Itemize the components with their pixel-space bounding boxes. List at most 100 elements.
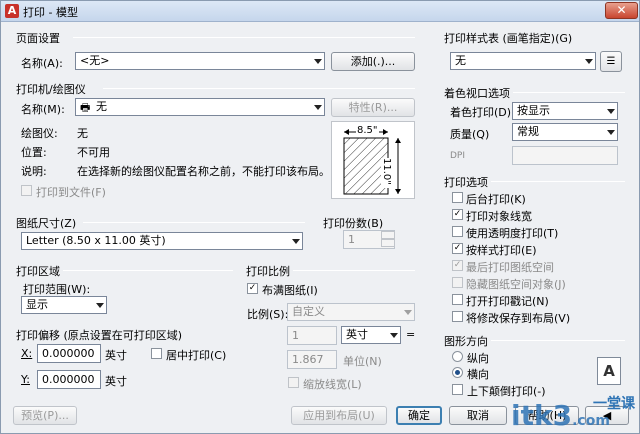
printer-properties-button[interactable]: 特性(R)...: [331, 98, 415, 117]
plot-transparency-checkbox[interactable]: [452, 226, 463, 237]
close-button[interactable]: ✕: [605, 2, 638, 19]
offset-x-input[interactable]: 0.000000: [37, 344, 101, 363]
scale-lineweights-checkbox[interactable]: [288, 377, 299, 388]
plot-with-styles-label: 按样式打印(E): [466, 244, 537, 257]
orientation-preview-icon: A: [597, 357, 621, 385]
quality-label: 质量(Q): [450, 128, 490, 141]
offset-x-label: X:: [21, 347, 33, 360]
copies-group-title: 打印份数(B): [323, 217, 384, 230]
paper-height-text: 11.0": [381, 158, 392, 188]
description-label: 说明:: [21, 165, 47, 178]
plot-range-combo[interactable]: 显示: [21, 296, 107, 314]
plotter-label: 绘图仪:: [21, 127, 58, 140]
scale-value1-input[interactable]: 1: [287, 326, 337, 345]
plot-range-value: 显示: [26, 298, 48, 311]
center-plot-checkbox[interactable]: [151, 348, 162, 359]
scale-value: 自定义: [292, 305, 325, 318]
title-bar: A 打印 - 模型 ✕: [1, 1, 639, 22]
landscape-radio[interactable]: [452, 367, 463, 378]
style-table-group-title: 打印样式表 (画笔指定)(G): [444, 32, 573, 45]
divider: [491, 340, 625, 341]
page-setup-name-combo[interactable]: <无>: [75, 52, 325, 70]
divider: [293, 270, 415, 271]
printer-name-combo[interactable]: 🖶 无: [75, 98, 325, 116]
divider: [513, 92, 625, 93]
plot-stamp-checkbox[interactable]: [452, 294, 463, 305]
style-table-value: 无: [455, 54, 466, 67]
plot-paperspace-last-checkbox[interactable]: ✓: [452, 260, 463, 271]
divider: [491, 181, 625, 182]
shade-plot-combo[interactable]: 按显示: [512, 102, 618, 120]
portrait-label: 纵向: [467, 352, 489, 365]
page-setup-name-label: 名称(A):: [21, 57, 63, 70]
paper-size-group-title: 图纸尺寸(Z): [16, 217, 77, 230]
divider: [103, 88, 415, 89]
portrait-radio[interactable]: [452, 351, 463, 362]
offset-y-input[interactable]: 0.000000: [37, 370, 101, 389]
divider: [73, 37, 415, 38]
fit-to-paper-label: 布满图纸(I): [262, 284, 318, 297]
print-to-file-label: 打印到文件(F): [36, 186, 106, 199]
apply-to-layout-button[interactable]: 应用到布局(U): [291, 406, 387, 425]
equals-sign: =: [406, 328, 416, 341]
scale-combo[interactable]: 自定义: [287, 303, 415, 321]
watermark-domain: .com: [572, 413, 610, 429]
fit-to-paper-checkbox[interactable]: ✓: [247, 283, 258, 294]
offset-y-unit: 英寸: [105, 375, 127, 388]
copies-spinner[interactable]: [381, 231, 395, 248]
plot-paperspace-last-label: 最后打印图纸空间: [466, 261, 554, 274]
dpi-input[interactable]: [512, 146, 618, 165]
quality-combo[interactable]: 常规: [512, 123, 618, 141]
edit-style-table-button[interactable]: ☰: [600, 51, 622, 72]
shaded-viewport-group-title: 着色视口选项: [444, 87, 510, 100]
ok-button[interactable]: 确定: [396, 406, 442, 425]
scale-unit-value: 英寸: [346, 328, 368, 341]
preview-button[interactable]: 预览(P)...: [13, 406, 77, 425]
offset-x-unit: 英寸: [105, 349, 127, 362]
shade-plot-label: 着色打印(D): [450, 106, 512, 119]
plot-lineweights-checkbox[interactable]: ✓: [452, 209, 463, 220]
printer-group-title: 打印机/绘图仪: [16, 83, 86, 96]
print-to-file-checkbox[interactable]: [21, 185, 32, 196]
plot-with-styles-checkbox[interactable]: ✓: [452, 243, 463, 254]
hide-paperspace-objects-checkbox[interactable]: [452, 277, 463, 288]
hide-paperspace-objects-label: 隐藏图纸空间对象(J): [466, 278, 566, 291]
add-page-setup-button[interactable]: 添加(.)...: [331, 52, 415, 71]
save-changes-checkbox[interactable]: [452, 311, 463, 322]
paper-size-combo[interactable]: Letter (8.50 x 11.00 英寸): [21, 232, 303, 250]
page-setup-name-value: <无>: [80, 54, 110, 67]
offset-y-label: Y:: [21, 373, 30, 386]
plot-scale-group-title: 打印比例: [246, 265, 290, 278]
scale-unit-combo[interactable]: 英寸: [341, 326, 401, 344]
shade-plot-value: 按显示: [517, 104, 550, 117]
chevron-down-icon: [390, 333, 398, 338]
window-title: 打印 - 模型: [23, 6, 78, 19]
chevron-down-icon: [314, 59, 322, 64]
orientation-group-title: 图形方向: [444, 335, 488, 348]
background-plot-checkbox[interactable]: [452, 192, 463, 203]
paper-size-value: Letter (8.50 x 11.00 英寸): [26, 234, 166, 247]
paper-preview: 8.5" 11.0": [331, 121, 415, 199]
upside-down-label: 上下颠倒打印(-): [467, 385, 546, 398]
plot-offset-group-title: 打印偏移 (原点设置在可打印区域): [16, 329, 183, 342]
landscape-label: 横向: [467, 368, 489, 381]
chevron-down-icon: [96, 303, 104, 308]
plot-area-group-title: 打印区域: [16, 265, 60, 278]
cancel-button[interactable]: 取消: [449, 406, 507, 425]
divider: [63, 270, 233, 271]
chevron-down-icon: [585, 59, 593, 64]
save-changes-label: 将修改保存到布局(V): [466, 312, 571, 325]
quality-value: 常规: [517, 125, 539, 138]
style-table-combo[interactable]: 无: [450, 52, 596, 70]
plot-transparency-label: 使用透明度打印(T): [466, 227, 559, 240]
background-plot-label: 后台打印(K): [466, 193, 526, 206]
watermark-brand: itk3: [511, 399, 573, 432]
plot-options-group-title: 打印选项: [444, 176, 488, 189]
upside-down-checkbox[interactable]: [452, 384, 463, 395]
scale-value2-input[interactable]: 1.867: [287, 350, 337, 369]
scale-unit-label: 单位(N): [343, 355, 382, 368]
plot-lineweights-label: 打印对象线宽: [466, 210, 532, 223]
paper-width-text: 8.5": [356, 125, 379, 136]
edit-table-icon: ☰: [606, 56, 616, 67]
page-setup-group-title: 页面设置: [16, 32, 60, 45]
